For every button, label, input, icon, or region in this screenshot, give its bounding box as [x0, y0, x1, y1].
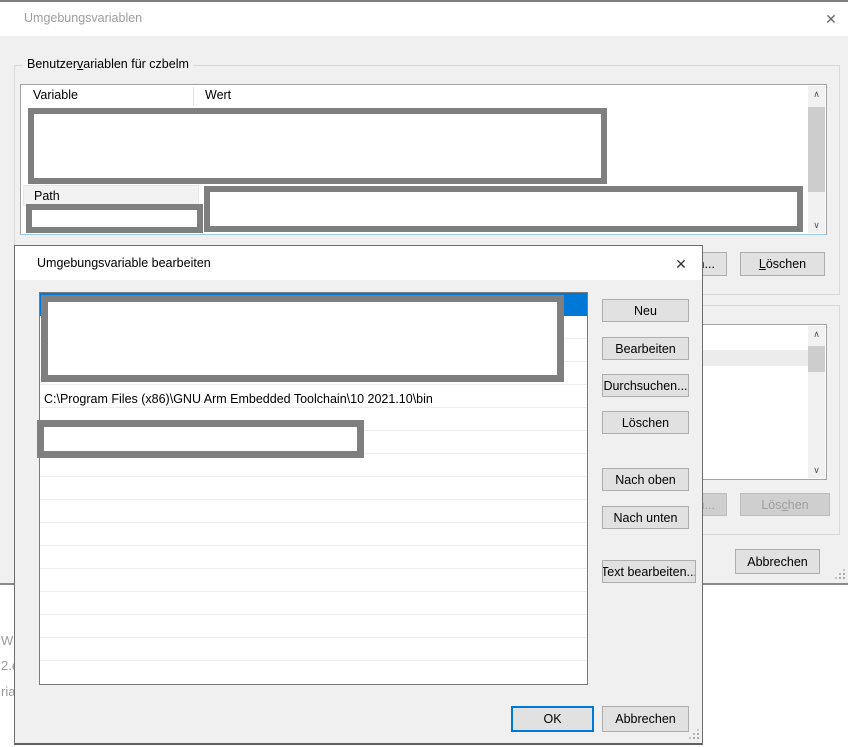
column-divider[interactable]	[193, 87, 194, 106]
close-icon[interactable]: ✕	[820, 9, 842, 29]
user-variables-group-label: Benutzervariablen für czbelm	[23, 57, 193, 71]
list-item[interactable]	[40, 500, 587, 523]
scrollbar-thumb[interactable]	[808, 107, 825, 192]
delete-button[interactable]: Löschen	[602, 411, 689, 434]
scroll-down-icon[interactable]: ∨	[808, 462, 825, 478]
table-row-path[interactable]: Path	[23, 185, 199, 206]
column-header-variable[interactable]: Variable	[33, 88, 78, 102]
move-up-button[interactable]: Nach oben	[602, 468, 689, 491]
toolchain-path-list-item[interactable]: C:\Program Files (x86)\GNU Arm Embedded …	[44, 392, 584, 406]
edit-environment-variable-dialog: Umgebungsvariable bearbeiten ✕ pp g C:\P…	[14, 245, 703, 745]
delete-user-variable-button[interactable]: Löschen	[740, 252, 825, 276]
list-item[interactable]	[40, 569, 587, 592]
background-text-fragment: 2.e	[1, 658, 14, 673]
redaction-box	[37, 420, 364, 458]
scrollbar-thumb[interactable]	[808, 346, 825, 372]
list-item[interactable]	[40, 615, 587, 638]
list-item[interactable]	[40, 592, 587, 615]
title-bar: Umgebungsvariablen ✕	[0, 2, 848, 36]
dialog-title: Umgebungsvariable bearbeiten	[37, 256, 211, 270]
table-scrollbar[interactable]: ∧ ∨	[808, 86, 825, 233]
cancel-button[interactable]: Abbrechen	[602, 706, 689, 732]
scroll-down-icon[interactable]: ∨	[808, 217, 825, 233]
new-button[interactable]: Neu	[602, 299, 689, 322]
edit-button[interactable]: Bearbeiten	[602, 337, 689, 360]
title-bar: Umgebungsvariable bearbeiten ✕	[15, 246, 702, 280]
table-scrollbar[interactable]: ∧ ∨	[808, 326, 825, 478]
redaction-box	[204, 186, 803, 232]
move-down-button[interactable]: Nach unten	[602, 506, 689, 529]
background-text-fragment: rial	[1, 684, 14, 699]
scroll-up-icon[interactable]: ∧	[808, 326, 825, 342]
delete-system-variable-button-disabled: Löschen	[740, 493, 830, 516]
ok-button[interactable]: OK	[511, 706, 594, 732]
scroll-up-icon[interactable]: ∧	[808, 86, 825, 102]
browse-button[interactable]: Durchsuchen...	[602, 374, 689, 397]
background-text-fragment: Wir	[1, 633, 14, 648]
list-item[interactable]	[40, 523, 587, 546]
redaction-box	[26, 204, 203, 233]
edit-text-button[interactable]: Text bearbeiten...	[602, 560, 696, 583]
close-icon[interactable]: ✕	[670, 254, 692, 274]
cancel-button[interactable]: Abbrechen	[735, 549, 820, 574]
list-item[interactable]	[40, 477, 587, 500]
resize-grip[interactable]	[834, 568, 846, 580]
list-item[interactable]	[40, 638, 587, 661]
redaction-box	[28, 108, 607, 184]
dialog-title: Umgebungsvariablen	[24, 11, 142, 25]
resize-grip[interactable]	[688, 728, 700, 740]
column-header-wert[interactable]: Wert	[205, 88, 231, 102]
list-item[interactable]	[40, 546, 587, 569]
redaction-box	[41, 295, 564, 382]
